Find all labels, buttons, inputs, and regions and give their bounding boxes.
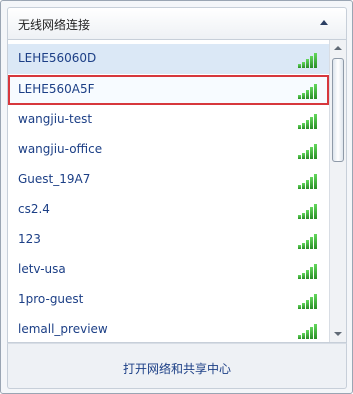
network-item[interactable]: LEHE560A5F: [8, 75, 329, 105]
network-name: lemall_preview: [18, 322, 108, 336]
network-name: wangjiu-test: [18, 112, 93, 126]
vertical-scrollbar[interactable]: [329, 40, 346, 342]
network-item[interactable]: lemall_preview: [8, 315, 329, 342]
panel-header[interactable]: 无线网络连接: [7, 7, 347, 39]
collapse-arrow-icon[interactable]: [320, 20, 328, 25]
signal-strength-icon: [298, 323, 319, 339]
signal-strength-icon: [298, 173, 319, 189]
panel-title: 无线网络连接: [18, 18, 91, 32]
network-item[interactable]: cs2.4: [8, 195, 329, 225]
network-item[interactable]: wangjiu-test: [8, 105, 329, 135]
network-item[interactable]: 1pro-guest: [8, 285, 329, 315]
network-name: LEHE560A5F: [18, 82, 95, 96]
network-name: letv-usa: [18, 262, 66, 276]
network-item[interactable]: Guest_19A7: [8, 165, 329, 195]
network-name: Guest_19A7: [18, 172, 91, 186]
network-list: LEHE56060D LEHE560A5F wangjiu-test wangj…: [7, 39, 347, 343]
signal-strength-icon: [298, 263, 319, 279]
signal-strength-icon: [298, 203, 319, 219]
network-name: 123: [18, 232, 41, 246]
network-name: cs2.4: [18, 202, 50, 216]
signal-strength-icon: [298, 83, 319, 99]
scroll-up-icon[interactable]: [330, 40, 346, 56]
network-item[interactable]: 123: [8, 225, 329, 255]
scroll-down-icon[interactable]: [330, 326, 346, 342]
network-item[interactable]: LEHE56060D: [8, 44, 329, 74]
network-name: 1pro-guest: [18, 292, 84, 306]
scroll-thumb[interactable]: [332, 58, 344, 162]
signal-strength-icon: [298, 233, 319, 249]
signal-strength-icon: [298, 52, 319, 68]
network-item[interactable]: wangjiu-office: [8, 135, 329, 165]
network-item[interactable]: letv-usa: [8, 255, 329, 285]
signal-strength-icon: [298, 113, 319, 129]
signal-strength-icon: [298, 293, 319, 309]
wifi-panel: 无线网络连接 LEHE56060D LEHE560A5F wangjiu-tes…: [0, 0, 353, 394]
network-name: wangjiu-office: [18, 142, 103, 156]
network-name: LEHE56060D: [18, 51, 97, 65]
signal-strength-icon: [298, 143, 319, 159]
network-sharing-center-link[interactable]: 打开网络和共享中心: [8, 360, 346, 377]
panel-footer: 打开网络和共享中心: [7, 343, 347, 389]
